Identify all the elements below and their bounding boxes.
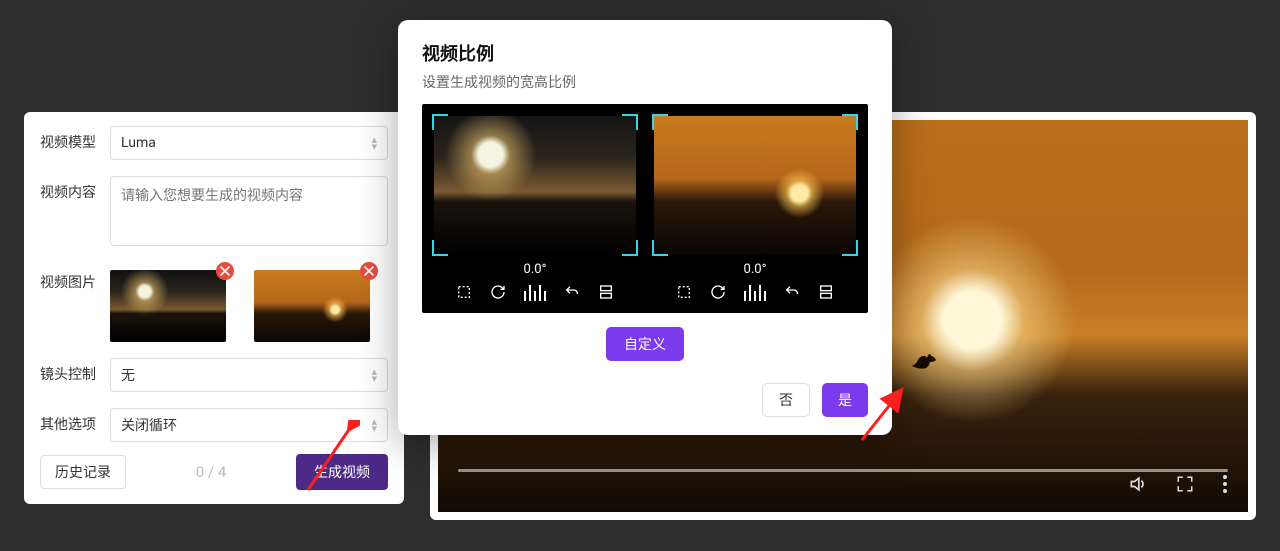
- volume-icon[interactable]: [1128, 474, 1148, 498]
- video-settings-panel: 视频模型 Luma ▴▾ 视频内容 视频图片: [24, 112, 404, 504]
- crop-corner-icon: [652, 114, 668, 130]
- close-icon: [364, 266, 374, 276]
- ratio-preview-strip: 0.0° 0.0°: [422, 104, 868, 313]
- undo-icon[interactable]: [784, 284, 800, 300]
- modal-subtitle: 设置生成视频的宽高比例: [422, 72, 868, 92]
- label-other: 其他选项: [40, 408, 100, 434]
- modal-no-button[interactable]: 否: [762, 383, 810, 417]
- crop-corner-icon: [842, 114, 858, 130]
- crop-corner-icon: [622, 114, 638, 130]
- label-images: 视频图片: [40, 266, 100, 292]
- rotate-cw-icon[interactable]: [490, 284, 506, 300]
- thumbnail-2-image: [254, 270, 370, 342]
- content-textarea[interactable]: [110, 176, 388, 246]
- ratio-preview-b: 0.0°: [654, 116, 856, 301]
- camera-select-value: 无: [121, 365, 135, 385]
- aspect-ratio-modal: 视频比例 设置生成视频的宽高比例 0.0°: [398, 20, 892, 435]
- crop-corner-icon: [622, 240, 638, 256]
- row-camera: 镜头控制 无 ▴▾: [40, 358, 388, 392]
- more-icon[interactable]: [1222, 474, 1228, 498]
- modal-yes-button[interactable]: 是: [822, 383, 868, 417]
- horse-rider-silhouette-icon: [908, 340, 942, 374]
- custom-ratio-button[interactable]: 自定义: [606, 327, 684, 361]
- close-icon: [220, 266, 230, 276]
- label-camera: 镜头控制: [40, 358, 100, 384]
- model-select[interactable]: Luma ▴▾: [110, 126, 388, 160]
- fullscreen-icon[interactable]: [1176, 475, 1194, 497]
- ratio-value-b: 0.0°: [744, 262, 767, 277]
- generate-video-button[interactable]: 生成视频: [296, 454, 388, 490]
- select-arrows-icon: ▴▾: [371, 136, 377, 150]
- crop-corner-icon: [432, 114, 448, 130]
- image-thumb-2[interactable]: [254, 270, 370, 342]
- label-model: 视频模型: [40, 126, 100, 152]
- select-arrows-icon: ▴▾: [371, 418, 377, 432]
- crop-corner-icon: [842, 240, 858, 256]
- model-select-value: Luma: [121, 135, 156, 151]
- bottom-actions: 历史记录 0 / 4 生成视频: [40, 454, 388, 490]
- crop-corner-icon: [432, 240, 448, 256]
- image-thumb-1[interactable]: [110, 270, 226, 342]
- rotate-cw-icon[interactable]: [710, 284, 726, 300]
- remove-image-2-button[interactable]: [360, 262, 378, 280]
- crop-icon[interactable]: [676, 284, 692, 300]
- modal-title: 视频比例: [422, 40, 868, 66]
- counter-total: 4: [218, 463, 226, 481]
- generation-counter: 0 / 4: [196, 463, 227, 481]
- tools-b: [676, 283, 834, 301]
- row-model: 视频模型 Luma ▴▾: [40, 126, 388, 160]
- modal-actions: 否 是: [422, 383, 868, 417]
- row-other: 其他选项 关闭循环 ▴▾: [40, 408, 388, 442]
- undo-icon[interactable]: [564, 284, 580, 300]
- other-select-value: 关闭循环: [121, 415, 177, 435]
- counter-sep: /: [204, 463, 218, 481]
- flip-vertical-icon[interactable]: [598, 284, 614, 300]
- counter-current: 0: [196, 463, 204, 481]
- history-button[interactable]: 历史记录: [40, 455, 126, 489]
- flip-horizontal-icon[interactable]: [524, 283, 546, 301]
- ratio-value-a: 0.0°: [524, 262, 547, 277]
- camera-select[interactable]: 无 ▴▾: [110, 358, 388, 392]
- flip-vertical-icon[interactable]: [818, 284, 834, 300]
- label-content: 视频内容: [40, 176, 100, 202]
- ratio-preview-a: 0.0°: [434, 116, 636, 301]
- flip-horizontal-icon[interactable]: [744, 283, 766, 301]
- thumbnail-1-image: [110, 270, 226, 342]
- player-controls: [438, 464, 1248, 512]
- other-select[interactable]: 关闭循环 ▴▾: [110, 408, 388, 442]
- preview-frame-a[interactable]: [434, 116, 636, 254]
- select-arrows-icon: ▴▾: [371, 368, 377, 382]
- row-images: 视频图片: [40, 266, 388, 342]
- crop-icon[interactable]: [456, 284, 472, 300]
- tools-a: [456, 283, 614, 301]
- remove-image-1-button[interactable]: [216, 262, 234, 280]
- row-content: 视频内容: [40, 176, 388, 250]
- crop-corner-icon: [652, 240, 668, 256]
- preview-frame-b[interactable]: [654, 116, 856, 254]
